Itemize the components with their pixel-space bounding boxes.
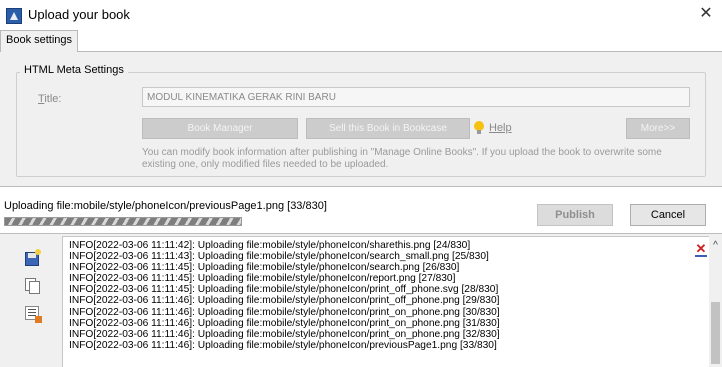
upload-status-text: Uploading file:mobile/style/phoneIcon/pr… [4,200,327,212]
save-icon[interactable] [25,249,41,266]
log-line: INFO[2022-03-06 11:11:45]: Uploading fil… [69,262,460,274]
title-input[interactable] [142,87,690,107]
publish-button[interactable]: Publish [537,204,613,226]
scroll-thumb[interactable] [711,302,720,364]
title-label: Title: [38,93,61,105]
lightbulb-icon [474,121,484,135]
log-line: INFO[2022-03-06 11:11:46]: Uploading fil… [69,339,497,351]
log-line: INFO[2022-03-06 11:11:46]: Uploading fil… [69,295,500,307]
log-output[interactable]: INFO[2022-03-06 11:11:42]: Uploading fil… [62,236,709,367]
app-icon [6,8,22,24]
log-lines: INFO[2022-03-06 11:11:42]: Uploading fil… [69,240,500,351]
upload-progress-fill [5,218,241,225]
clear-log-icon[interactable]: ✕ [695,242,707,257]
log-line: INFO[2022-03-06 11:11:43]: Uploading fil… [69,251,489,263]
log-toolbar [20,240,46,360]
log-area: INFO[2022-03-06 11:11:42]: Uploading fil… [0,234,722,367]
title-bar: Upload your book ✕ [0,0,722,30]
title-label-text: itle: [44,93,62,105]
log-line: INFO[2022-03-06 11:11:45]: Uploading fil… [69,273,456,285]
sell-in-bookcase-button[interactable]: Sell this Book in Bookcase [306,118,470,139]
log-line: INFO[2022-03-06 11:11:42]: Uploading fil… [69,240,471,251]
log-scrollbar[interactable]: ^ [709,236,722,367]
copy-icon[interactable] [25,278,40,294]
tab-book-settings[interactable]: Book settings [0,30,79,53]
help-link[interactable]: Help [489,122,512,134]
upload-progress-bar [4,217,242,226]
info-text: You can modify book information after pu… [142,147,662,170]
window-title: Upload your book [28,7,130,22]
book-manager-button[interactable]: Book Manager [142,118,298,139]
cancel-button[interactable]: Cancel [630,204,706,226]
log-line: INFO[2022-03-06 11:11:46]: Uploading fil… [69,306,500,318]
close-button[interactable]: ✕ [696,4,716,24]
settings-panel: HTML Meta Settings Title: Book Manager S… [0,52,722,186]
group-title: HTML Meta Settings [20,64,128,76]
log-line: INFO[2022-03-06 11:11:46]: Uploading fil… [69,317,500,329]
log-line: INFO[2022-03-06 11:11:46]: Uploading fil… [69,328,500,340]
upload-area: Uploading file:mobile/style/phoneIcon/pr… [0,186,722,234]
log-line: INFO[2022-03-06 11:11:45]: Uploading fil… [69,284,499,296]
more-button[interactable]: More>> [626,118,690,139]
tab-strip: Book settings [0,30,722,53]
scroll-up-icon[interactable]: ^ [709,240,722,252]
log-list-icon[interactable] [25,306,42,323]
